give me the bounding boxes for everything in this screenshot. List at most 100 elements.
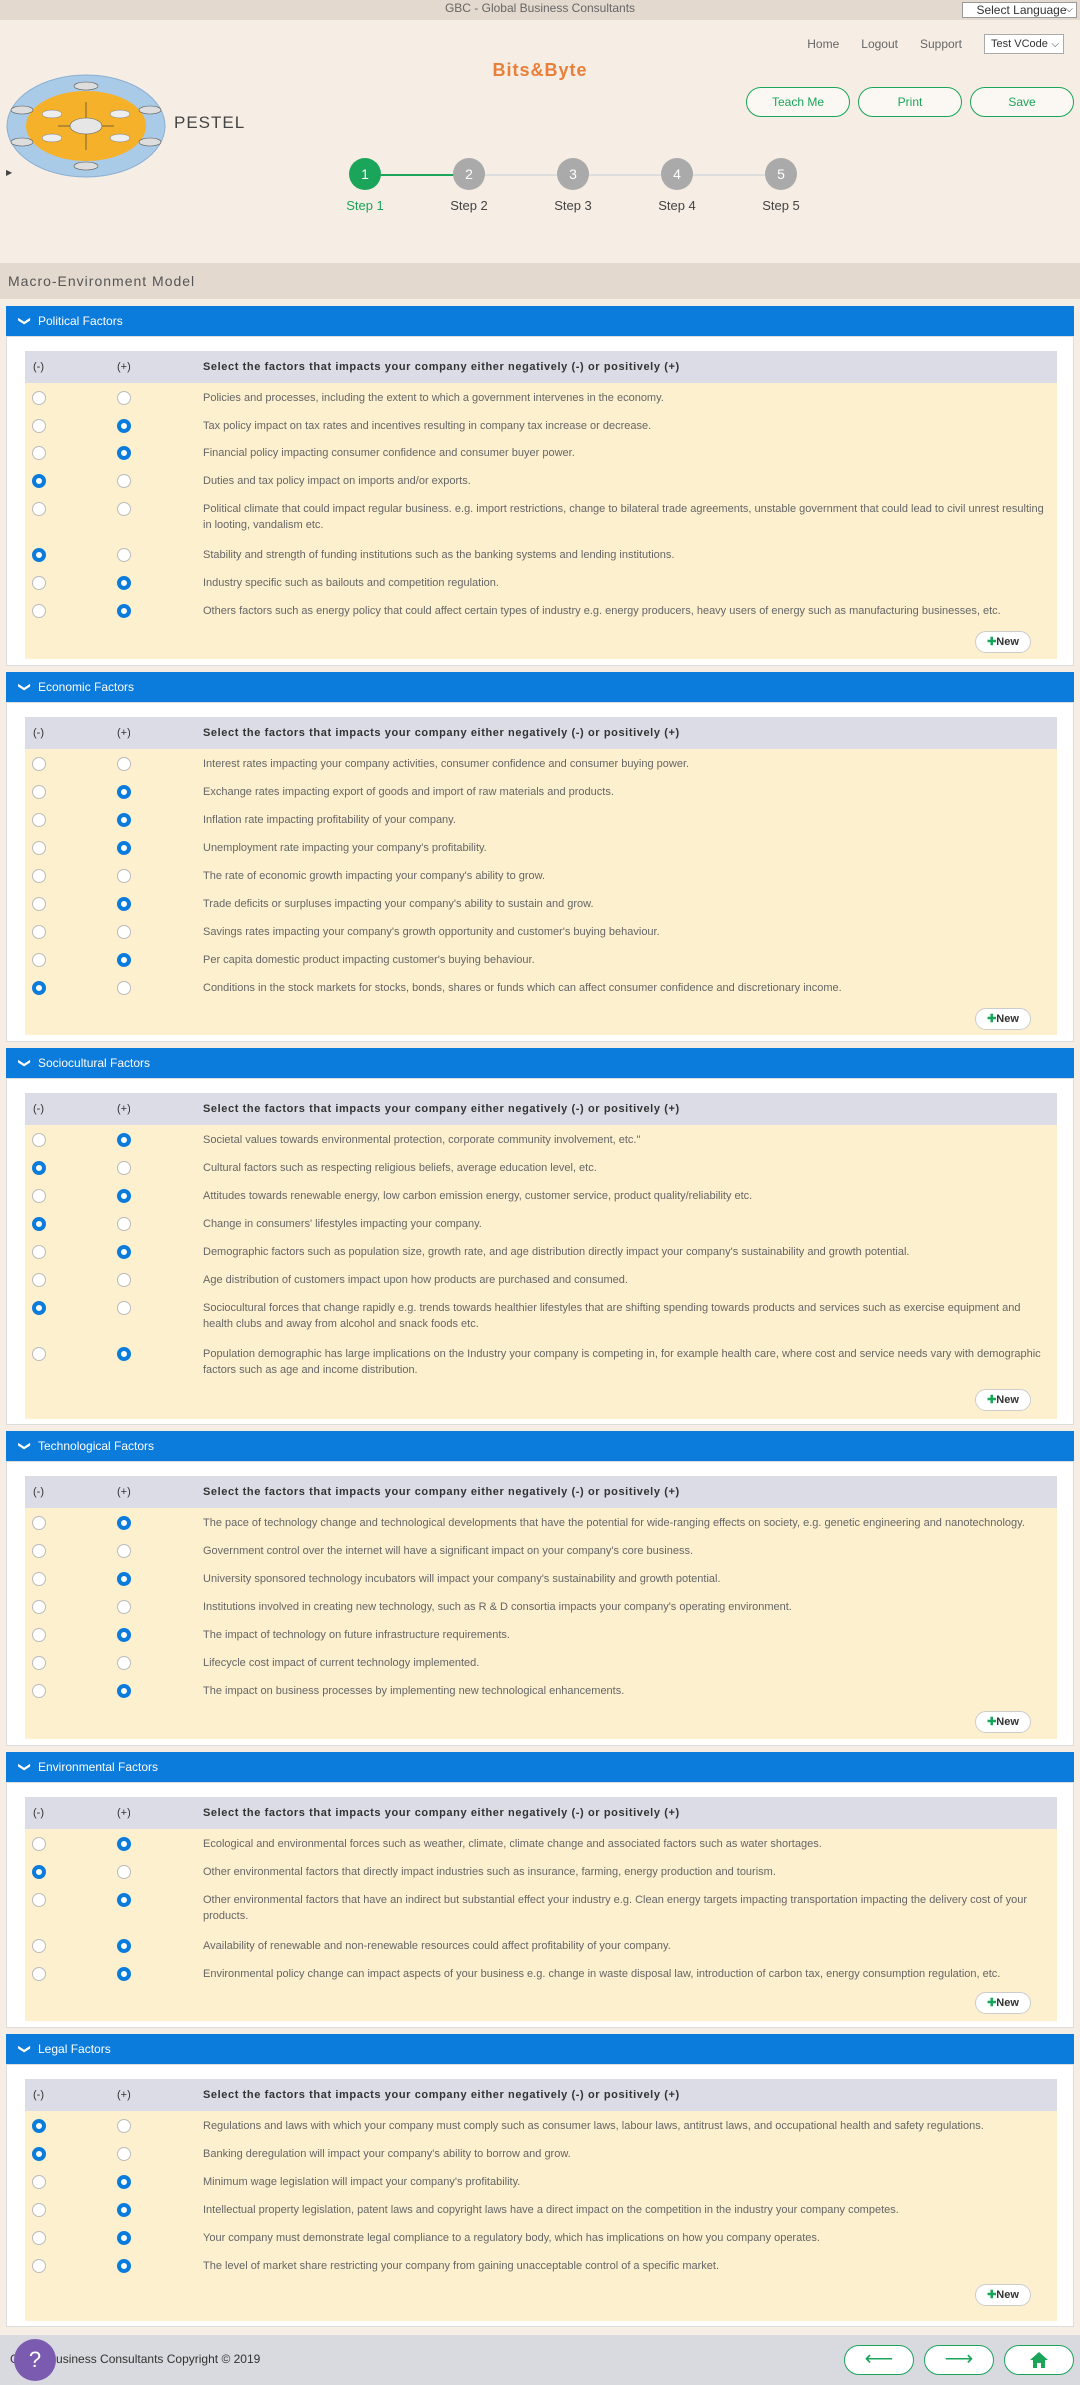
negative-radio[interactable] bbox=[32, 757, 46, 771]
positive-radio[interactable] bbox=[117, 604, 131, 618]
help-button[interactable]: ? bbox=[14, 2339, 56, 2381]
positive-radio[interactable] bbox=[117, 2175, 131, 2189]
positive-radio[interactable] bbox=[117, 953, 131, 967]
negative-radio[interactable] bbox=[32, 1600, 46, 1614]
positive-radio[interactable] bbox=[117, 1684, 131, 1698]
negative-radio[interactable] bbox=[32, 953, 46, 967]
home-button[interactable] bbox=[1004, 2345, 1074, 2375]
positive-radio[interactable] bbox=[117, 1161, 131, 1175]
positive-radio[interactable] bbox=[117, 1893, 131, 1907]
negative-radio[interactable] bbox=[32, 1217, 46, 1231]
positive-radio[interactable] bbox=[117, 869, 131, 883]
negative-radio[interactable] bbox=[32, 1516, 46, 1530]
section-header-political-factors[interactable]: ❯ Political Factors bbox=[6, 306, 1074, 336]
negative-radio[interactable] bbox=[32, 1572, 46, 1586]
positive-radio[interactable] bbox=[117, 1273, 131, 1287]
negative-radio[interactable] bbox=[32, 1544, 46, 1558]
negative-radio[interactable] bbox=[32, 785, 46, 799]
negative-radio[interactable] bbox=[32, 1656, 46, 1670]
add-new-factor-button[interactable]: ✚New bbox=[975, 631, 1031, 653]
section-header-economic-factors[interactable]: ❯ Economic Factors bbox=[6, 672, 1074, 702]
user-select[interactable]: Test VCode ⌵ bbox=[984, 34, 1064, 54]
add-new-factor-button[interactable]: ✚New bbox=[975, 1008, 1031, 1030]
add-new-factor-button[interactable]: ✚New bbox=[975, 1992, 1031, 2014]
teach-me-button[interactable]: Teach Me bbox=[746, 87, 850, 117]
add-new-factor-button[interactable]: ✚New bbox=[975, 1711, 1031, 1733]
positive-radio[interactable] bbox=[117, 785, 131, 799]
negative-radio[interactable] bbox=[32, 2119, 46, 2133]
positive-radio[interactable] bbox=[117, 1600, 131, 1614]
positive-radio[interactable] bbox=[117, 502, 131, 516]
positive-radio[interactable] bbox=[117, 1656, 131, 1670]
negative-radio[interactable] bbox=[32, 2147, 46, 2161]
section-header-technological-factors[interactable]: ❯ Technological Factors bbox=[6, 1431, 1074, 1461]
negative-radio[interactable] bbox=[32, 1865, 46, 1879]
negative-radio[interactable] bbox=[32, 1189, 46, 1203]
negative-radio[interactable] bbox=[32, 925, 46, 939]
negative-radio[interactable] bbox=[32, 446, 46, 460]
negative-radio[interactable] bbox=[32, 576, 46, 590]
step-2[interactable]: 2 Step 2 bbox=[450, 158, 488, 213]
section-header-environmental-factors[interactable]: ❯ Environmental Factors bbox=[6, 1752, 1074, 1782]
step-5[interactable]: 5 Step 5 bbox=[762, 158, 800, 213]
positive-radio[interactable] bbox=[117, 1189, 131, 1203]
positive-radio[interactable] bbox=[117, 813, 131, 827]
negative-radio[interactable] bbox=[32, 2175, 46, 2189]
positive-radio[interactable] bbox=[117, 446, 131, 460]
negative-radio[interactable] bbox=[32, 2231, 46, 2245]
positive-radio[interactable] bbox=[117, 2119, 131, 2133]
positive-radio[interactable] bbox=[117, 897, 131, 911]
positive-radio[interactable] bbox=[117, 2231, 131, 2245]
negative-radio[interactable] bbox=[32, 419, 46, 433]
positive-radio[interactable] bbox=[117, 1516, 131, 1530]
negative-radio[interactable] bbox=[32, 502, 46, 516]
negative-radio[interactable] bbox=[32, 869, 46, 883]
add-new-factor-button[interactable]: ✚New bbox=[975, 2284, 1031, 2306]
positive-radio[interactable] bbox=[117, 576, 131, 590]
negative-radio[interactable] bbox=[32, 2259, 46, 2273]
negative-radio[interactable] bbox=[32, 813, 46, 827]
positive-radio[interactable] bbox=[117, 925, 131, 939]
positive-radio[interactable] bbox=[117, 1628, 131, 1642]
negative-radio[interactable] bbox=[32, 1628, 46, 1642]
negative-radio[interactable] bbox=[32, 897, 46, 911]
negative-radio[interactable] bbox=[32, 604, 46, 618]
negative-radio[interactable] bbox=[32, 1837, 46, 1851]
positive-radio[interactable] bbox=[117, 1133, 131, 1147]
negative-radio[interactable] bbox=[32, 2203, 46, 2217]
positive-radio[interactable] bbox=[117, 1217, 131, 1231]
positive-radio[interactable] bbox=[117, 1967, 131, 1981]
positive-radio[interactable] bbox=[117, 2147, 131, 2161]
negative-radio[interactable] bbox=[32, 1347, 46, 1361]
negative-radio[interactable] bbox=[32, 1893, 46, 1907]
positive-radio[interactable] bbox=[117, 1347, 131, 1361]
next-button[interactable]: ⟶ bbox=[924, 2345, 994, 2375]
positive-radio[interactable] bbox=[117, 841, 131, 855]
print-button[interactable]: Print bbox=[858, 87, 962, 117]
negative-radio[interactable] bbox=[32, 474, 46, 488]
positive-radio[interactable] bbox=[117, 474, 131, 488]
logout-link[interactable]: Logout bbox=[861, 37, 898, 51]
home-link[interactable]: Home bbox=[807, 37, 839, 51]
positive-radio[interactable] bbox=[117, 757, 131, 771]
positive-radio[interactable] bbox=[117, 2259, 131, 2273]
negative-radio[interactable] bbox=[32, 1967, 46, 1981]
positive-radio[interactable] bbox=[117, 1865, 131, 1879]
language-select[interactable]: Select Language ⌵ bbox=[962, 2, 1077, 18]
positive-radio[interactable] bbox=[117, 391, 131, 405]
positive-radio[interactable] bbox=[117, 1544, 131, 1558]
positive-radio[interactable] bbox=[117, 548, 131, 562]
positive-radio[interactable] bbox=[117, 419, 131, 433]
negative-radio[interactable] bbox=[32, 548, 46, 562]
negative-radio[interactable] bbox=[32, 1939, 46, 1953]
step-3[interactable]: 3 Step 3 bbox=[554, 158, 592, 213]
support-link[interactable]: Support bbox=[920, 37, 962, 51]
positive-radio[interactable] bbox=[117, 1837, 131, 1851]
section-header-legal-factors[interactable]: ❯ Legal Factors bbox=[6, 2034, 1074, 2064]
negative-radio[interactable] bbox=[32, 1273, 46, 1287]
positive-radio[interactable] bbox=[117, 1572, 131, 1586]
positive-radio[interactable] bbox=[117, 1245, 131, 1259]
positive-radio[interactable] bbox=[117, 981, 131, 995]
previous-button[interactable]: ⟵ bbox=[844, 2345, 914, 2375]
negative-radio[interactable] bbox=[32, 841, 46, 855]
